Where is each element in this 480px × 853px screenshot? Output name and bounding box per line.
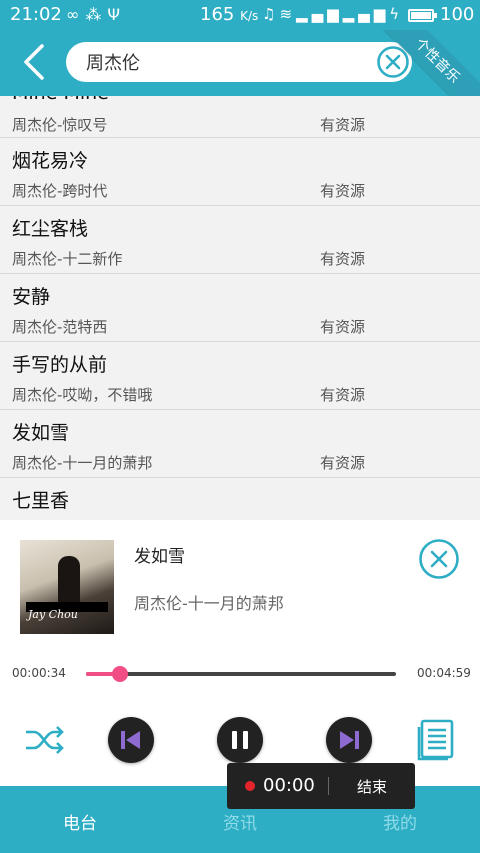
resource-status: 有资源 [320,454,366,472]
song-artist-album: 周杰伦-范特西 [12,318,108,336]
list-item[interactable]: 安静 周杰伦-范特西 有资源 [0,274,480,342]
now-playing-title: 发如雪 [134,547,185,567]
tab-mine[interactable]: 我的 [320,809,480,834]
status-icons-right: ♫≋▂▄▆▂▄▆ϟ [262,5,403,23]
shuffle-icon [26,726,64,754]
song-title: 安静 [12,286,51,308]
resource-status: 有资源 [320,182,366,200]
tab-news[interactable]: 资讯 [160,809,320,834]
shuffle-button[interactable] [24,720,66,760]
header: 个性音乐 [0,30,480,96]
loop-icon: ∞ [66,5,86,24]
song-artist-album: 周杰伦-十二新作 [12,250,123,268]
tab-radio[interactable]: 电台 [0,809,160,834]
divider [328,777,329,795]
song-title: 红尘客栈 [12,218,89,240]
resource-status: 有资源 [320,318,366,336]
charging-icon: ϟ [389,5,404,23]
close-circle-icon [419,539,459,579]
record-dot-icon [245,781,255,791]
playlist-button[interactable] [416,719,456,761]
song-artist-album: 周杰伦-跨时代 [12,182,108,200]
player-panel: Jay Chou 发如雪 周杰伦-十一月的萧邦 00:00:34 00:04:5… [0,520,480,786]
album-logo: Jay Chou [28,608,78,621]
usb-icon: Ψ [107,5,126,24]
list-item[interactable]: 发如雪 周杰伦-十一月的萧邦 有资源 [0,410,480,478]
network-speed-value: 165 [200,4,235,25]
network-speed-unit: K/s [240,9,259,23]
screen-recording-indicator: 00:00 结束 [227,763,415,809]
signal-2-icon: ▂▄▆ [342,5,390,23]
resource-status: 有资源 [320,250,366,268]
list-item[interactable]: 七里香 [0,478,480,520]
now-playing-artist-album: 周杰伦-十一月的萧邦 [134,594,284,613]
list-item[interactable]: Mine Mine 周杰伦-惊叹号 有资源 [0,96,480,138]
resource-status: 有资源 [320,386,366,404]
song-title: 发如雪 [12,422,70,444]
chevron-left-icon [24,44,44,80]
battery-icon [408,9,437,22]
song-title: 手写的从前 [12,354,108,376]
song-artist-album: 周杰伦-哎呦，不错哦 [12,386,153,404]
close-player-button[interactable] [418,538,460,580]
network-speed: 165 K/s [200,4,258,25]
stop-recording-button[interactable]: 结束 [357,776,387,797]
playlist-icon [417,719,454,761]
song-title: 七里香 [12,490,70,512]
current-time: 00:00:34 [12,666,66,680]
search-input[interactable] [86,48,366,76]
list-item[interactable]: 红尘客栈 周杰伦-十二新作 有资源 [0,206,480,274]
share-icon: ⁂ [85,5,108,24]
status-icons-left: ∞⁂Ψ [66,5,126,24]
skip-previous-icon [121,731,140,749]
list-item[interactable]: 烟花易冷 周杰伦-跨时代 有资源 [0,138,480,206]
previous-button[interactable] [108,717,154,763]
album-cover[interactable]: Jay Chou [20,540,114,634]
status-time: 21:02 [10,4,62,25]
signal-icon: ▂▄▆ [296,5,343,23]
song-artist-album: 周杰伦-十一月的萧邦 [12,454,153,472]
search-box [66,42,412,82]
list-item[interactable]: 手写的从前 周杰伦-哎呦，不错哦 有资源 [0,342,480,410]
seek-bar-knob[interactable] [112,666,129,682]
back-button[interactable] [18,40,54,84]
recording-timer: 00:00 [263,775,315,796]
seek-bar[interactable] [86,666,396,682]
wifi-icon: ≋ [279,5,297,23]
skip-next-icon [340,731,359,749]
song-title: Mine Mine [12,96,109,104]
resource-status: 有资源 [320,116,366,134]
search-results-list: Mine Mine 周杰伦-惊叹号 有资源 烟花易冷 周杰伦-跨时代 有资源 红… [0,96,480,520]
status-bar: 21:02 ∞⁂Ψ 165 K/s ♫≋▂▄▆▂▄▆ϟ 100 [0,0,480,30]
pause-icon [232,731,248,749]
pause-button[interactable] [217,717,263,763]
song-artist-album: 周杰伦-惊叹号 [12,116,108,134]
next-button[interactable] [326,717,372,763]
headset-icon: ♫ [262,5,280,23]
total-time: 00:04:59 [417,666,471,680]
song-title: 烟花易冷 [12,150,89,172]
battery-level: 100 [440,4,475,25]
